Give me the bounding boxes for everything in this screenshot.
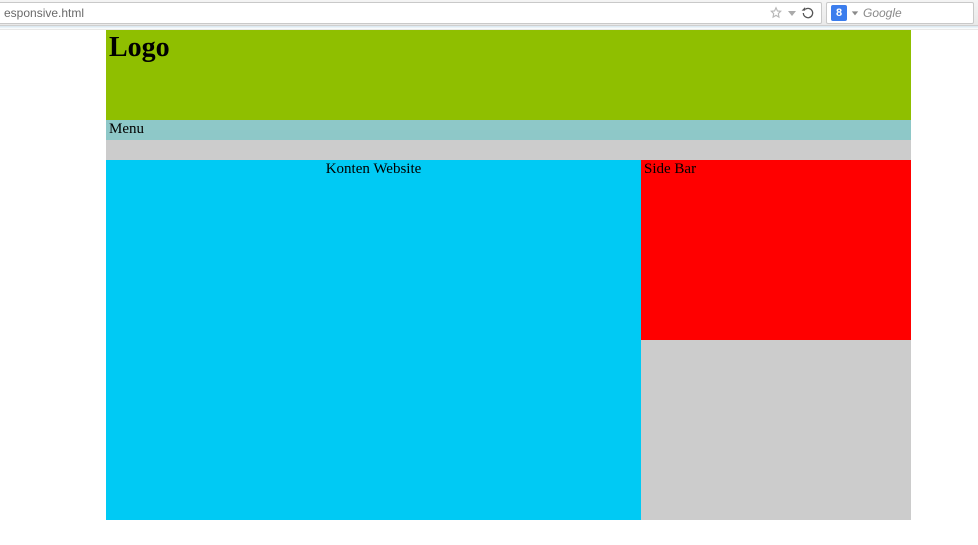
main-row: Konten Website Side Bar (106, 160, 911, 520)
search-box[interactable]: 8 Google (826, 2, 974, 24)
site-menu[interactable]: Menu (106, 120, 911, 140)
main-content: Konten Website (106, 160, 641, 520)
url-text: esponsive.html (4, 6, 84, 20)
search-placeholder: Google (863, 6, 902, 20)
search-engine-dropdown-icon[interactable] (851, 9, 859, 17)
content-title: Konten Website (326, 161, 422, 177)
bookmark-star-icon[interactable] (769, 6, 783, 20)
address-bar-tools (763, 6, 821, 20)
browser-toolbar: esponsive.html 8 Google (0, 0, 978, 26)
layout-spacer (106, 140, 911, 160)
reload-icon[interactable] (801, 6, 815, 20)
sidebar: Side Bar (641, 160, 911, 340)
page-viewport: Logo Menu Konten Website Side Bar (0, 30, 978, 545)
history-dropdown-icon[interactable] (787, 8, 797, 18)
address-bar[interactable]: esponsive.html (0, 2, 822, 24)
site-header: Logo (106, 30, 911, 120)
sidebar-title: Side Bar (644, 161, 696, 177)
search-engine-badge-icon: 8 (831, 5, 847, 21)
page-wrapper: Logo Menu Konten Website Side Bar (106, 30, 911, 520)
site-logo: Logo (109, 32, 908, 64)
menu-label: Menu (109, 121, 144, 137)
